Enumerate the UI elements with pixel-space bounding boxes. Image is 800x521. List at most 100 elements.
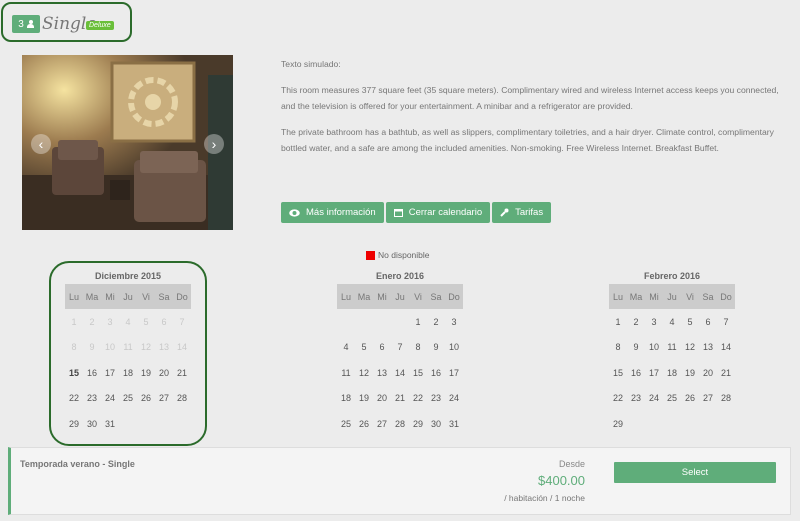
calendar-day[interactable]: 27 [155,386,173,412]
calendar-day[interactable]: 28 [173,386,191,412]
calendar-day[interactable]: 21 [717,360,735,386]
calendar-day[interactable]: 26 [355,411,373,437]
calendar-day[interactable]: 16 [627,360,645,386]
calendar-day[interactable]: 23 [627,386,645,412]
calendar-day[interactable]: 5 [355,335,373,361]
calendar-day[interactable]: 22 [65,386,83,412]
calendar-day[interactable]: 22 [409,386,427,412]
calendar-day[interactable]: 25 [337,411,355,437]
calendar-day[interactable]: 20 [155,360,173,386]
calendar-day[interactable]: 27 [699,386,717,412]
calendar-day[interactable]: 17 [645,360,663,386]
calendar-day[interactable]: 15 [65,360,83,386]
calendar-day[interactable]: 15 [409,360,427,386]
weekday-label: Vi [686,291,694,302]
calendar-day[interactable]: 30 [83,411,101,437]
unavailable-swatch [366,250,375,260]
calendar-day[interactable]: 21 [391,386,409,412]
calendar-day[interactable]: 18 [337,386,355,412]
calendar-day[interactable]: 27 [373,411,391,437]
calendar-day[interactable]: 23 [83,386,101,412]
room-photo [22,55,233,230]
calendar-day[interactable]: 25 [663,386,681,412]
calendar-day[interactable]: 5 [681,309,699,335]
weekday-label: Do [448,291,460,302]
weekday-header: Lu Ma Mi Ju Vi Sa Do [65,284,191,309]
calendar-day[interactable]: 22 [609,386,627,412]
calendar-day[interactable]: 2 [427,309,445,335]
calendar-day[interactable]: 31 [445,411,463,437]
calendar-day[interactable]: 10 [645,335,663,361]
calendar-day[interactable]: 11 [337,360,355,386]
calendar-day[interactable]: 1 [609,309,627,335]
calendar-day[interactable]: 7 [717,309,735,335]
calendar-day: 14 [176,342,187,353]
calendar-day[interactable]: 13 [699,335,717,361]
close-calendar-label: Cerrar calendario [408,207,483,218]
more-info-button[interactable]: Más información [281,202,384,223]
calendar-day: 3 [107,316,113,327]
rates-label: Tarifas [515,207,544,218]
calendar-day[interactable]: 6 [699,309,717,335]
calendar-day[interactable]: 8 [409,335,427,361]
calendar-day[interactable]: 26 [681,386,699,412]
calendar-day[interactable]: 29 [409,411,427,437]
calendar-day[interactable]: 31 [101,411,119,437]
calendar-day[interactable]: 20 [373,386,391,412]
calendar-day[interactable]: 3 [645,309,663,335]
calendar-day[interactable]: 30 [427,411,445,437]
calendar-day[interactable]: 15 [609,360,627,386]
calendar-day[interactable]: 18 [663,360,681,386]
calendar-day[interactable]: 16 [427,360,445,386]
close-calendar-button[interactable]: Cerrar calendario [385,202,491,223]
calendar-day[interactable]: 19 [681,360,699,386]
prev-image-button[interactable]: ‹ [31,134,51,154]
calendar-day[interactable]: 28 [391,411,409,437]
calendar-day[interactable]: 25 [119,386,137,412]
calendar-day[interactable]: 28 [717,386,735,412]
weekday-label: Do [176,291,188,302]
calendar-day[interactable]: 17 [445,360,463,386]
calendar-day[interactable]: 6 [373,335,391,361]
calendar-day[interactable]: 21 [173,360,191,386]
month-title: Febrero 2016 [643,271,701,281]
calendar-day[interactable]: 18 [119,360,137,386]
calendar-day[interactable]: 14 [391,360,409,386]
calendar-day[interactable]: 1 [409,309,427,335]
calendar-day[interactable]: 11 [663,335,681,361]
calendar-day[interactable]: 19 [137,360,155,386]
select-rate-button[interactable]: Select [614,462,776,483]
calendar-day[interactable]: 8 [609,335,627,361]
calendar-day[interactable]: 24 [645,386,663,412]
calendar-day[interactable]: 3 [445,309,463,335]
calendar-day[interactable]: 10 [445,335,463,361]
calendar-day[interactable]: 7 [391,335,409,361]
month-title: Diciembre 2015 [94,271,162,281]
calendar-day[interactable]: 26 [137,386,155,412]
next-image-button[interactable]: › [204,134,224,154]
calendar-day[interactable]: 12 [355,360,373,386]
weekday-label: Ju [123,291,133,302]
more-info-label: Más información [306,207,376,218]
calendar-day[interactable]: 24 [101,386,119,412]
room-actions: Más información Cerrar calendario Tarifa… [281,202,552,223]
calendar-day[interactable]: 16 [83,360,101,386]
calendar-day[interactable]: 14 [717,335,735,361]
calendar-day[interactable]: 4 [337,335,355,361]
calendar-day[interactable]: 23 [427,386,445,412]
calendar-day[interactable]: 24 [445,386,463,412]
calendar-day[interactable]: 9 [427,335,445,361]
calendar-day[interactable]: 20 [699,360,717,386]
calendar-day[interactable]: 19 [355,386,373,412]
calendar-day[interactable]: 4 [663,309,681,335]
rates-button[interactable]: Tarifas [492,202,552,223]
calendar-day[interactable]: 9 [627,335,645,361]
calendar-day[interactable]: 12 [681,335,699,361]
calendar-day: 6 [161,316,167,327]
calendar-day[interactable]: 29 [65,411,83,437]
calendar-day[interactable]: 2 [627,309,645,335]
calendar-day: 5 [143,316,149,327]
calendar-day[interactable]: 17 [101,360,119,386]
calendar-day[interactable]: 29 [609,411,627,437]
calendar-day[interactable]: 13 [373,360,391,386]
